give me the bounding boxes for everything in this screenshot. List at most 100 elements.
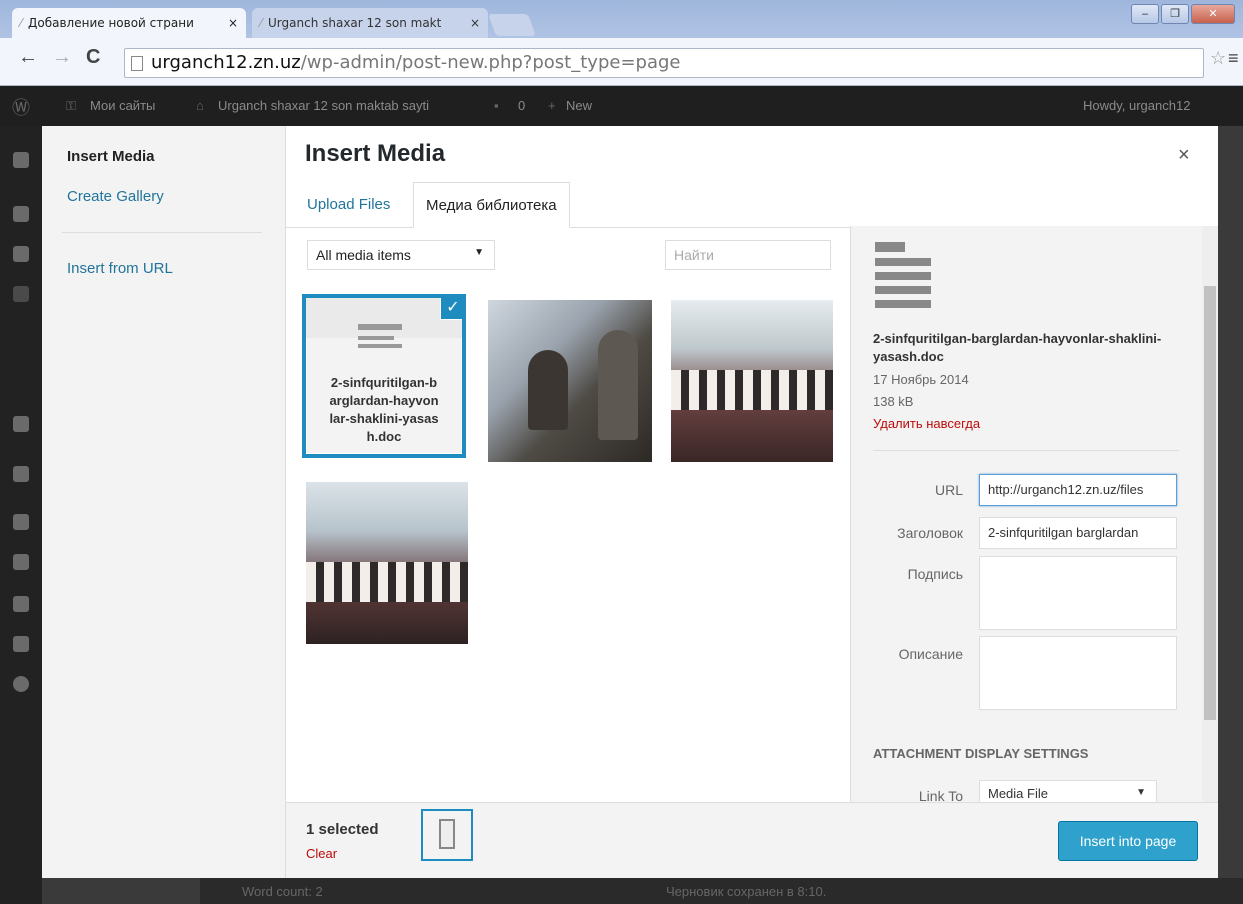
link-to-label: Link To [918, 788, 963, 802]
media-frame-menu: Insert Media Create Gallery Insert from … [42, 126, 286, 878]
tab-close-icon[interactable]: × [228, 16, 238, 30]
router-tabs: Upload Files Медиа библиотека [286, 182, 1218, 228]
caption-field[interactable] [979, 556, 1177, 630]
checkmark-icon[interactable]: ✓ [440, 298, 462, 320]
caption-label: Подпись [907, 566, 963, 582]
details-divider [873, 450, 1179, 451]
users-icon[interactable] [13, 554, 29, 570]
photo-figure [598, 330, 638, 440]
site-name-link[interactable]: Urganch shaxar 12 son maktab sayti [218, 98, 429, 113]
display-settings-heading: ATTACHMENT DISPLAY SETTINGS [873, 746, 1089, 761]
collapse-icon[interactable] [13, 676, 29, 692]
word-count: Word count: 2 [242, 884, 323, 899]
tools-icon[interactable] [13, 596, 29, 612]
document-icon [439, 819, 455, 849]
menu-insert-from-url[interactable]: Insert from URL [67, 260, 173, 277]
comments-icon[interactable] [13, 416, 29, 432]
wp-sidebar [0, 126, 42, 904]
attachment-details: 2-sinfquritilgan-barglardan-hayvonlar-sh… [850, 226, 1210, 802]
link-to-value: Media File [988, 786, 1048, 801]
settings-icon[interactable] [13, 636, 29, 652]
my-sites-link[interactable]: Мои сайты [90, 98, 155, 113]
comments-count[interactable]: 0 [518, 98, 525, 113]
home-icon: ⌂ [196, 98, 204, 113]
link-to-select[interactable]: Media File ▼ [979, 780, 1157, 802]
tab-upload-files[interactable]: Upload Files [295, 182, 402, 228]
details-filename: 2-sinfquritilgan-barglardan-hayvonlar-sh… [873, 331, 1162, 364]
comment-icon: ▪ [494, 98, 499, 113]
photo-students [306, 562, 468, 602]
frame-title: Insert Media [305, 140, 446, 167]
menu-icon[interactable]: ≡ [1228, 48, 1239, 69]
plus-icon: + [548, 98, 556, 113]
new-link[interactable]: New [566, 98, 592, 113]
description-field[interactable] [979, 636, 1177, 710]
attachment-doc[interactable]: 2-sinfquritilgan-barglardan-hayvonlar-sh… [302, 294, 466, 458]
photo-figure [528, 350, 568, 430]
reload-icon[interactable]: C [86, 46, 100, 69]
close-icon[interactable]: × [1178, 144, 1190, 167]
url-label: URL [934, 482, 963, 498]
page-icon [131, 56, 143, 71]
delete-permanently-link[interactable]: Удалить навсегда [873, 416, 980, 431]
selection-count: 1 selected [306, 821, 379, 838]
appearance-icon[interactable] [13, 466, 29, 482]
minimize-icon[interactable]: – [1131, 4, 1159, 24]
clear-selection-link[interactable]: Clear [306, 846, 337, 861]
attachment-filename: 2-sinfquritilgan-barglardan-hayvonlar-sh… [329, 375, 439, 444]
key-icon: ⚿ [66, 98, 76, 113]
insert-into-page-button[interactable]: Insert into page [1058, 821, 1198, 861]
address-bar-row: ← → C urganch12.zn.uz/wp-admin/post-new.… [0, 38, 1243, 86]
attachment-photo[interactable] [306, 482, 468, 644]
attachment-photo[interactable] [488, 300, 652, 462]
chevron-down-icon: ▼ [474, 247, 484, 258]
search-input[interactable]: Найти [665, 240, 831, 270]
photo-students [671, 370, 833, 410]
url-field[interactable]: http://urganch12.zn.uz/files [979, 474, 1177, 506]
browser-tab-active[interactable]: ⁄ Добавление новой страни × [12, 8, 246, 38]
editor-status-bar: Word count: 2 Черновик сохранен в 8:10. [200, 878, 1243, 904]
scrollbar-thumb[interactable] [1204, 286, 1216, 720]
details-date: 17 Ноябрь 2014 [873, 372, 969, 387]
attachment-photo[interactable] [671, 300, 833, 462]
url-input[interactable]: urganch12.zn.uz/wp-admin/post-new.php?po… [124, 48, 1204, 78]
close-window-icon[interactable]: ✕ [1191, 4, 1235, 24]
maximize-icon[interactable]: ❐ [1161, 4, 1189, 24]
url-host: urganch12.zn.uz [151, 52, 301, 73]
details-size: 138 kB [873, 394, 914, 409]
tab-bar: ⁄ Добавление новой страни × ⁄ Urganch sh… [0, 0, 1243, 40]
tab-close-icon[interactable]: × [470, 16, 480, 30]
menu-insert-media[interactable]: Insert Media [67, 148, 155, 165]
tab-favicon-icon: ⁄ [260, 16, 263, 30]
tab-favicon-icon: ⁄ [20, 16, 23, 30]
new-tab-button[interactable] [487, 14, 537, 36]
wordpress-logo-icon[interactable]: Ⓦ [12, 94, 30, 120]
tab-media-library[interactable]: Медиа библиотека [413, 182, 570, 228]
wp-admin-bar: Ⓦ ⚿ Мои сайты ⌂ Urganch shaxar 12 son ma… [0, 86, 1243, 126]
media-icon[interactable] [13, 246, 29, 262]
back-icon[interactable]: ← [18, 46, 38, 69]
howdy-user[interactable]: Howdy, urganch12 [1083, 98, 1190, 113]
pin-icon[interactable] [13, 206, 29, 222]
url-path: /wp-admin/post-new.php?post_type=page [300, 52, 681, 73]
chevron-down-icon: ▼ [1136, 787, 1146, 798]
browser-tab[interactable]: ⁄ Urganch shaxar 12 son makt × [252, 8, 488, 38]
media-filter-select[interactable]: All media items ▼ [307, 240, 495, 270]
plugins-icon[interactable] [13, 514, 29, 530]
tab-title: Urganch shaxar 12 son makt [268, 16, 442, 30]
title-field[interactable]: 2-sinfquritilgan barglardan [979, 517, 1177, 549]
dashboard-icon[interactable] [13, 152, 29, 168]
pages-icon[interactable] [13, 286, 29, 302]
menu-create-gallery[interactable]: Create Gallery [67, 188, 164, 205]
media-modal: Insert Media Create Gallery Insert from … [42, 126, 1218, 878]
filter-value: All media items [316, 247, 411, 263]
draft-saved: Черновик сохранен в 8:10. [666, 884, 827, 899]
menu-separator [62, 232, 262, 233]
tab-title: Добавление новой страни [28, 16, 194, 30]
forward-icon[interactable]: → [52, 46, 72, 69]
selected-attachment-thumb[interactable] [421, 809, 473, 861]
star-icon[interactable]: ☆ [1210, 48, 1226, 69]
title-label: Заголовок [897, 525, 963, 541]
document-icon [358, 324, 402, 364]
browser-chrome: ⁄ Добавление новой страни × ⁄ Urganch sh… [0, 0, 1243, 86]
